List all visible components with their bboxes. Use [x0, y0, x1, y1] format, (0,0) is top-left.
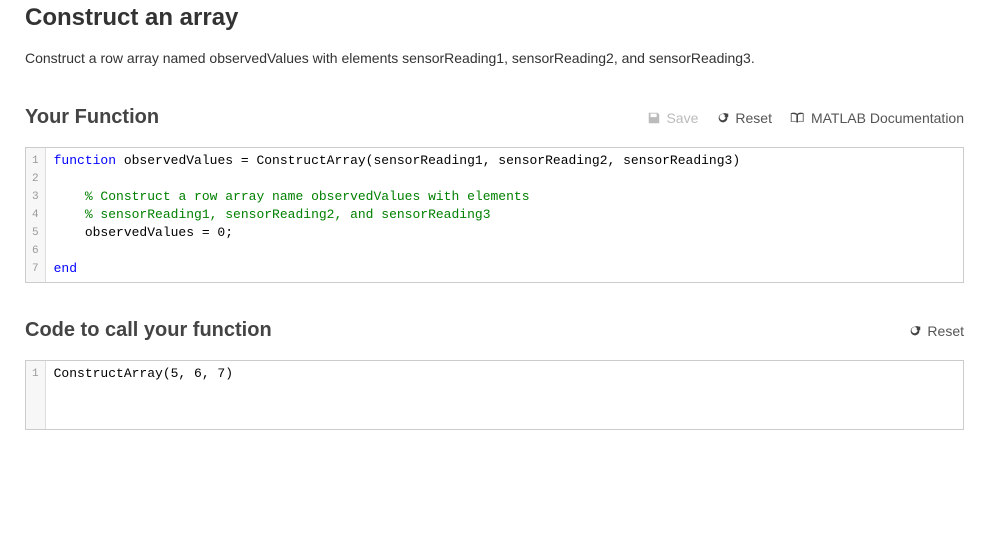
code-line[interactable]: function observedValues = ConstructArray… [54, 152, 955, 170]
function-code-area[interactable]: function observedValues = ConstructArray… [46, 148, 963, 282]
line-number: 4 [30, 206, 41, 224]
code-line[interactable]: ConstructArray(5, 6, 7) [54, 365, 955, 383]
line-number: 1 [30, 152, 41, 170]
caller-section-header: Code to call your function Reset [25, 319, 964, 342]
caller-code-editor[interactable]: 1 ConstructArray(5, 6, 7) [25, 360, 964, 430]
save-label: Save [666, 110, 698, 126]
reset-icon [908, 324, 922, 338]
caller-gutter: 1 [26, 361, 46, 429]
caller-reset-label: Reset [927, 323, 964, 339]
line-number: 7 [30, 260, 41, 278]
function-section-header: Your Function Save Reset MATLAB Document… [25, 106, 964, 129]
code-line[interactable] [54, 242, 955, 260]
code-line[interactable]: % Construct a row array name observedVal… [54, 188, 955, 206]
line-number: 1 [30, 365, 41, 383]
reset-icon [716, 111, 730, 125]
reset-label: Reset [735, 110, 772, 126]
save-button[interactable]: Save [647, 110, 698, 126]
page-title: Construct an array [25, 4, 964, 32]
code-line[interactable]: observedValues = 0; [54, 224, 955, 242]
caller-reset-button[interactable]: Reset [908, 323, 964, 339]
caller-section-title: Code to call your function [25, 319, 272, 342]
code-line[interactable]: % sensorReading1, sensorReading2, and se… [54, 206, 955, 224]
code-line[interactable] [54, 170, 955, 188]
page-description: Construct a row array named observedValu… [25, 50, 964, 66]
caller-toolbar: Reset [908, 323, 964, 339]
reset-button[interactable]: Reset [716, 110, 772, 126]
book-icon [790, 111, 806, 125]
function-toolbar: Save Reset MATLAB Documentation [647, 110, 964, 126]
function-code-editor[interactable]: 1234567 function observedValues = Constr… [25, 147, 964, 283]
line-number: 2 [30, 170, 41, 188]
line-number: 5 [30, 224, 41, 242]
code-line[interactable]: end [54, 260, 955, 278]
function-section-title: Your Function [25, 106, 159, 129]
save-icon [647, 111, 661, 125]
caller-code-area[interactable]: ConstructArray(5, 6, 7) [46, 361, 963, 429]
line-number: 3 [30, 188, 41, 206]
docs-button[interactable]: MATLAB Documentation [790, 110, 964, 126]
function-gutter: 1234567 [26, 148, 46, 282]
line-number: 6 [30, 242, 41, 260]
docs-label: MATLAB Documentation [811, 110, 964, 126]
